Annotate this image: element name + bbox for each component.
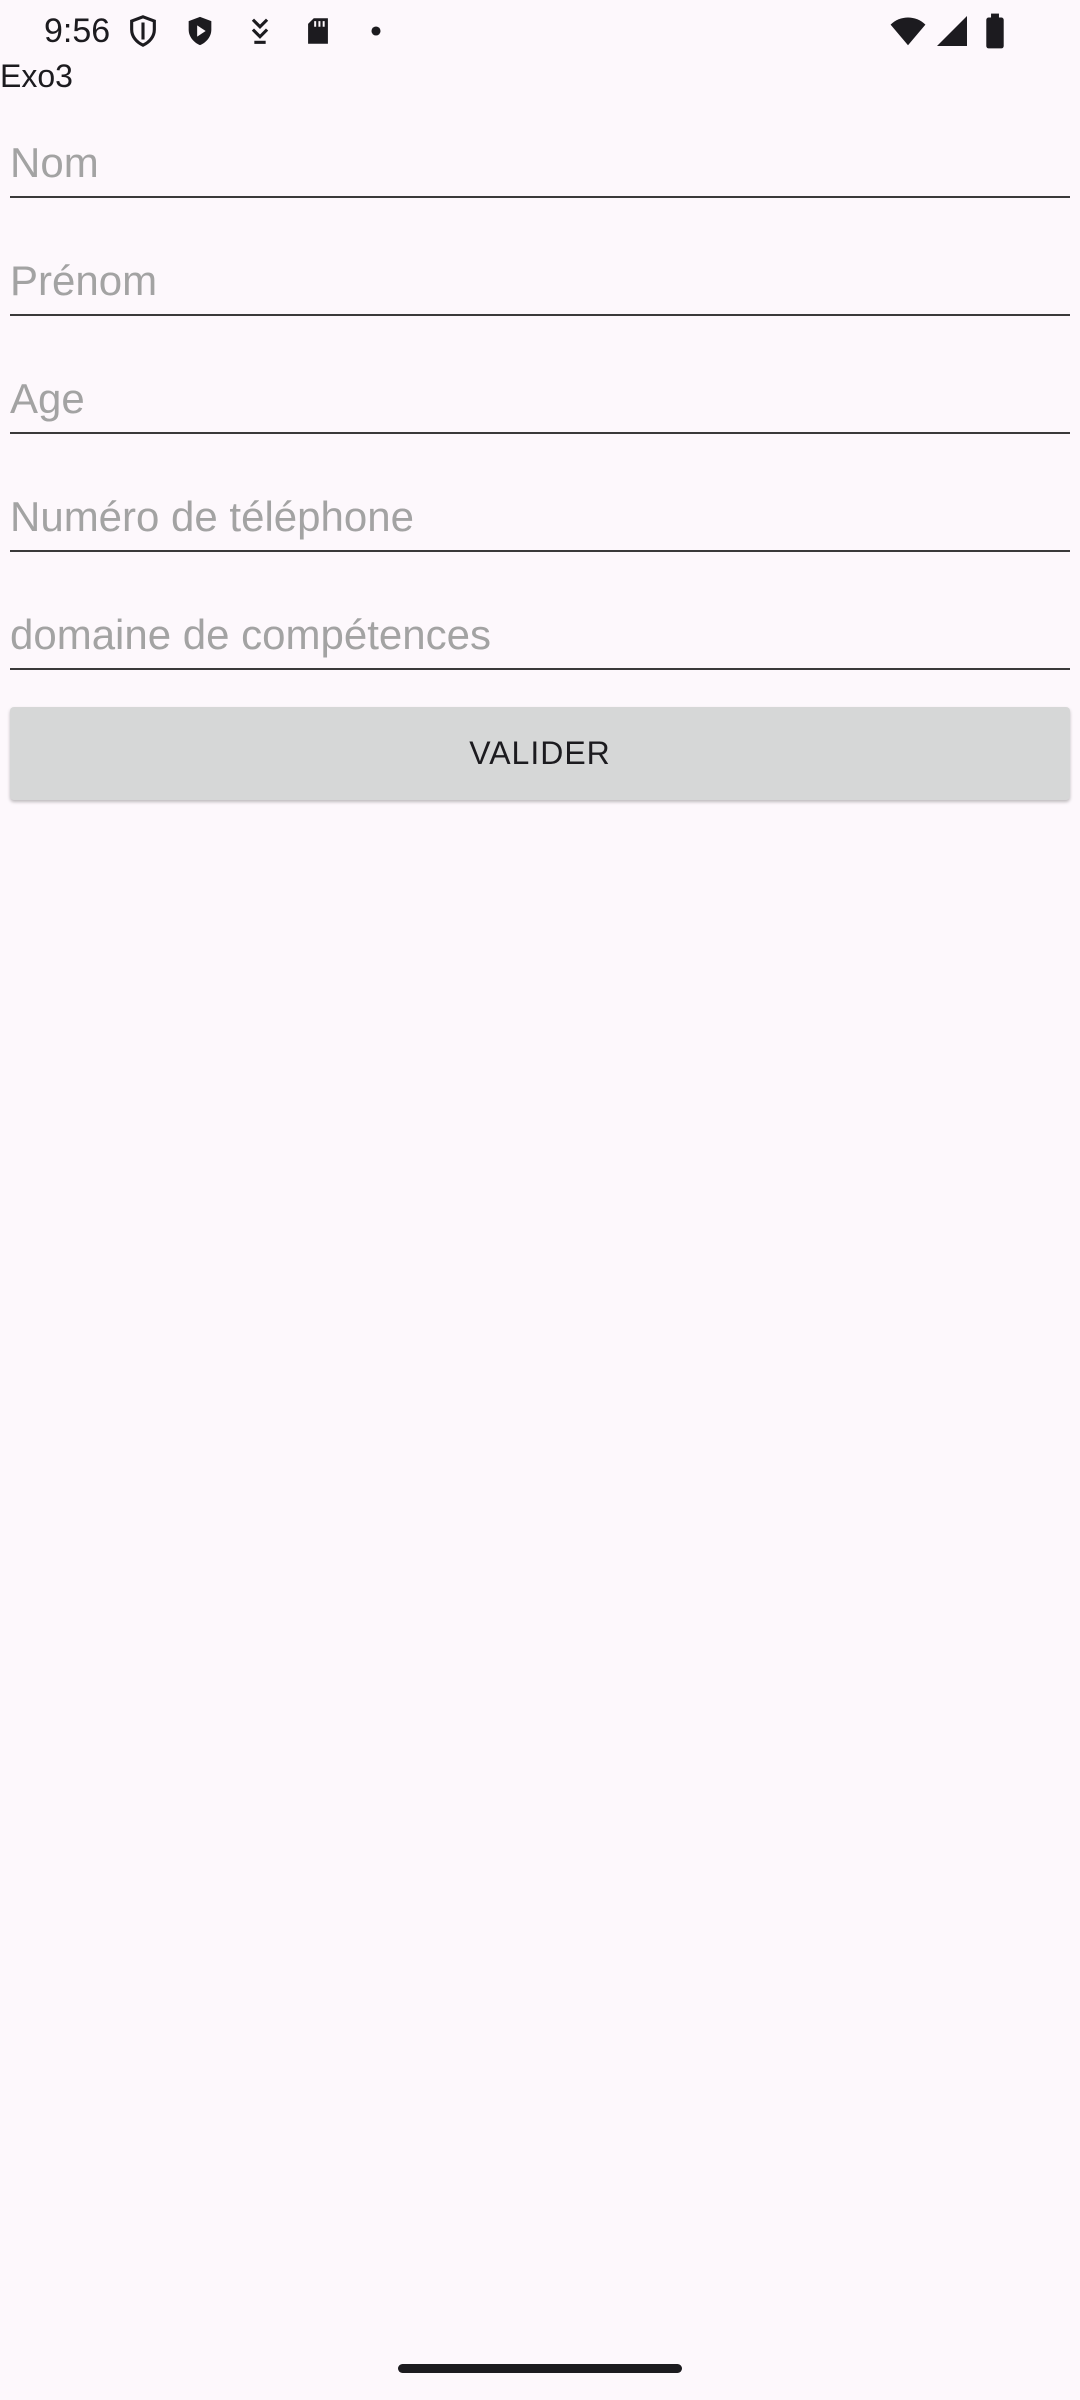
validate-button[interactable]: VALIDER: [10, 707, 1070, 800]
shield-play-icon: [183, 12, 217, 50]
telephone-field-container: [10, 482, 1070, 552]
age-field-container: [10, 364, 1070, 434]
domaine-input[interactable]: [10, 606, 1070, 664]
battery-icon: [982, 12, 1008, 50]
prenom-input[interactable]: [10, 252, 1070, 310]
signal-icon: [934, 12, 970, 50]
telephone-input[interactable]: [10, 488, 1070, 546]
nom-input[interactable]: [10, 134, 1070, 192]
shield-outline-icon: [126, 12, 160, 50]
wifi-icon: [888, 12, 928, 50]
sd-card-icon: [301, 12, 335, 50]
prenom-field-container: [10, 246, 1070, 316]
app-title: Exo3: [0, 58, 73, 94]
dot-icon: [359, 12, 393, 50]
status-bar: 9:56: [0, 0, 1080, 62]
status-time: 9:56: [44, 12, 111, 50]
domaine-field-container: [10, 600, 1070, 670]
nav-gesture-handle[interactable]: [398, 2364, 682, 2373]
download-arrows-icon: [243, 12, 277, 50]
nom-field-container: [10, 128, 1070, 198]
age-input[interactable]: [10, 370, 1070, 428]
